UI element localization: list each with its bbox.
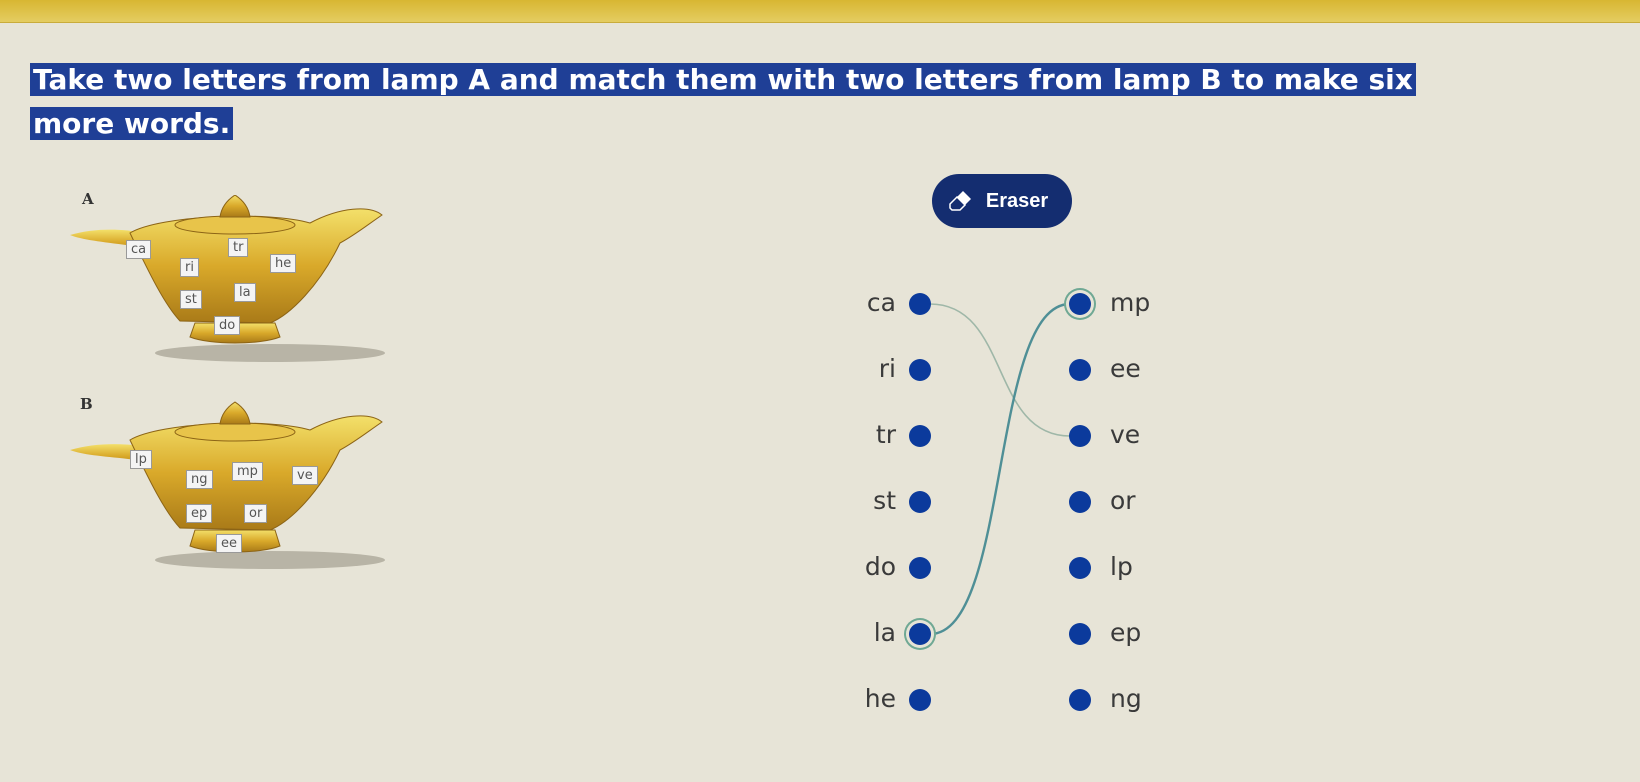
eraser-icon: [949, 191, 971, 211]
right-dot-lp[interactable]: [1069, 557, 1091, 579]
right-dot-ve[interactable]: [1069, 425, 1091, 447]
lamp-a-tag: st: [180, 290, 202, 309]
left-word-la: la: [873, 618, 896, 647]
left-dot-tr[interactable]: [909, 425, 931, 447]
right-dot-ng[interactable]: [1069, 689, 1091, 711]
connector-line-la-mp: [929, 302, 1071, 636]
right-word-or: or: [1110, 486, 1136, 515]
lamp-a-tag: tr: [228, 238, 249, 257]
right-word-lp: lp: [1110, 552, 1133, 581]
lamp-b-tag: or: [244, 504, 268, 523]
top-strip: [0, 0, 1640, 23]
genie-lamp-b-icon: [70, 401, 385, 569]
left-dot-ri[interactable]: [909, 359, 931, 381]
left-dot-st[interactable]: [909, 491, 931, 513]
instructions-text: Take two letters from lamp A and match t…: [30, 63, 1416, 140]
lamp-b-tag: lp: [130, 450, 152, 469]
lamp-b-tag: mp: [232, 462, 263, 481]
instructions-banner: Take two letters from lamp A and match t…: [30, 58, 1490, 146]
eraser-button[interactable]: Eraser: [932, 174, 1072, 228]
left-word-tr: tr: [875, 420, 896, 449]
right-word-ve: ve: [1110, 420, 1141, 449]
lamp-a-tag: la: [234, 283, 256, 302]
right-word-ee: ee: [1110, 354, 1141, 383]
lamp-a-tag: do: [214, 316, 241, 335]
lamp-b-image: [70, 400, 415, 580]
lamp-b-tag: ee: [216, 534, 242, 553]
right-word-ep: ep: [1110, 618, 1142, 647]
left-dot-la[interactable]: [909, 623, 931, 645]
lamp-a-tag: ri: [180, 258, 199, 277]
right-word-mp: mp: [1110, 288, 1151, 317]
left-word-ri: ri: [878, 354, 896, 383]
lamp-a-tag: ca: [126, 240, 152, 259]
connector-line-ca-ve: [929, 303, 1071, 437]
lamp-b-tag: ve: [292, 466, 318, 485]
left-word-he: he: [864, 684, 896, 713]
left-dot-do[interactable]: [909, 557, 931, 579]
left-word-ca: ca: [866, 288, 896, 317]
right-dot-ee[interactable]: [1069, 359, 1091, 381]
left-word-do: do: [864, 552, 896, 581]
eraser-label: Eraser: [985, 189, 1049, 212]
right-dot-ep[interactable]: [1069, 623, 1091, 645]
left-word-st: st: [873, 486, 896, 515]
left-dot-he[interactable]: [909, 689, 931, 711]
right-word-ng: ng: [1110, 684, 1142, 713]
lamp-b-tag: ep: [186, 504, 213, 523]
right-dot-mp[interactable]: [1069, 293, 1091, 315]
right-dot-or[interactable]: [1069, 491, 1091, 513]
left-dot-ca[interactable]: [909, 293, 931, 315]
lamp-a-tag: he: [270, 254, 297, 273]
lamp-b-tag: ng: [186, 470, 213, 489]
